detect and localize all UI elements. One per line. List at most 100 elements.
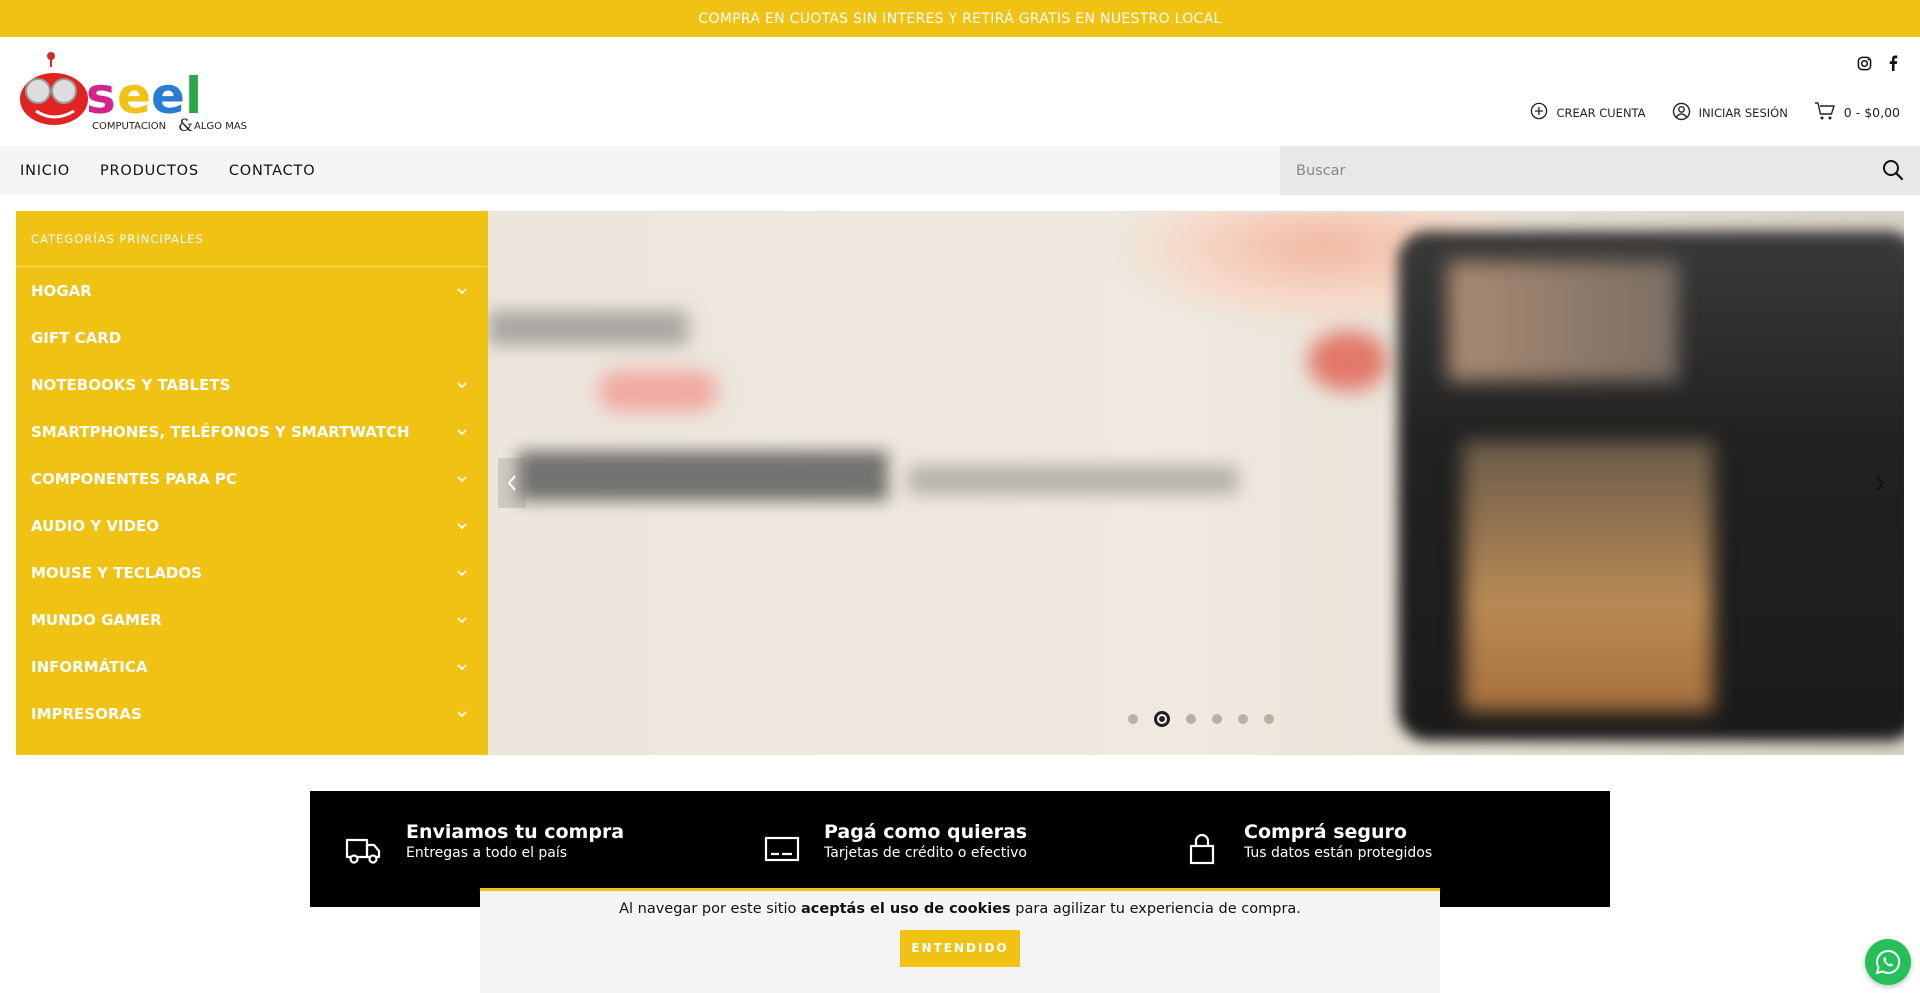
- promo-text: COMPRA EN CUOTAS SIN INTERES Y RETIRÁ GR…: [698, 10, 1222, 27]
- sidebar-item-gift-card[interactable]: GIFT CARD: [16, 314, 488, 361]
- chevron-down-icon[interactable]: [456, 473, 468, 485]
- sidebar-item-mundo-gamer[interactable]: MUNDO GAMER: [16, 596, 488, 643]
- feature-title: Pagá como quieras: [824, 821, 1028, 843]
- promo-bar: COMPRA EN CUOTAS SIN INTERES Y RETIRÁ GR…: [0, 0, 1920, 37]
- cookie-accept-button[interactable]: ENTENDIDO: [900, 930, 1020, 967]
- plus-circle-icon: [1530, 102, 1548, 123]
- sidebar-item-informatica[interactable]: INFORMÁTICA: [16, 643, 488, 690]
- sidebar-item-label: HOGAR: [31, 281, 92, 300]
- chevron-down-icon[interactable]: [456, 379, 468, 391]
- create-account-label: CREAR CUENTA: [1556, 105, 1646, 120]
- slider-dot-active[interactable]: [1154, 711, 1170, 727]
- feature-payment: Pagá como quieras Tarjetas de crédito o …: [762, 821, 1027, 869]
- sidebar-item-label: MOUSE Y TECLADOS: [31, 563, 202, 582]
- account-bar: CREAR CUENTA INICIAR SESIÓN 0 - $0,00: [1530, 101, 1900, 124]
- header: s e e l COMPUTACION & ALGO MAS CREAR CUE…: [0, 37, 1920, 146]
- sidebar-item-label: NOTEBOOKS Y TABLETS: [31, 375, 231, 394]
- feature-subtitle: Entregas a todo el país: [406, 845, 568, 861]
- sidebar-item-label: COMPONENTES PARA PC: [31, 469, 237, 488]
- search-icon[interactable]: [1882, 159, 1906, 183]
- slider-dot[interactable]: [1128, 714, 1138, 724]
- nav-item-contacto[interactable]: CONTACTO: [229, 163, 316, 179]
- nav-item-productos[interactable]: PRODUCTOS: [100, 163, 199, 179]
- create-account-link[interactable]: CREAR CUENTA: [1530, 102, 1646, 123]
- slide-image-accent: [598, 371, 718, 411]
- logo-tagline-amp: &: [178, 116, 193, 131]
- slide-blurred-headline: [518, 451, 888, 501]
- chevron-down-icon[interactable]: [456, 520, 468, 532]
- truck-icon: [344, 829, 384, 869]
- chevron-down-icon[interactable]: [456, 426, 468, 438]
- sidebar-item-audio-video[interactable]: AUDIO Y VIDEO: [16, 502, 488, 549]
- feature-subtitle: Tarjetas de crédito o efectivo: [824, 845, 1027, 861]
- sidebar-item-impresoras[interactable]: IMPRESORAS: [16, 690, 488, 737]
- nav-links: INICIO PRODUCTOS CONTACTO: [20, 146, 315, 195]
- sidebar-item-label: INFORMÁTICA: [31, 657, 148, 676]
- sidebar-item-notebooks[interactable]: NOTEBOOKS Y TABLETS: [16, 361, 488, 408]
- lock-icon: [1182, 829, 1222, 869]
- instagram-icon[interactable]: [1857, 56, 1872, 71]
- chevron-down-icon[interactable]: [456, 614, 468, 626]
- sidebar-item-label: SMARTPHONES, TELÉFONOS Y SMARTWATCH: [31, 422, 410, 441]
- chevron-left-icon: [507, 475, 516, 491]
- social-links: [1857, 55, 1898, 71]
- logo-tagline-b: ALGO MAS: [194, 121, 247, 131]
- category-sidebar: CATEGORÍAS PRINCIPALES HOGAR GIFT CARD N…: [16, 211, 488, 755]
- user-icon: [1672, 102, 1691, 124]
- search-input[interactable]: [1280, 146, 1860, 195]
- slide-blurred-text: [488, 311, 688, 345]
- cookie-text-pre: Al navegar por este sitio: [619, 901, 802, 917]
- whatsapp-icon: [1875, 949, 1901, 975]
- feature-title: Comprá seguro: [1244, 821, 1407, 843]
- nav-item-inicio[interactable]: INICIO: [20, 163, 70, 179]
- cart-link[interactable]: 0 - $0,00: [1814, 101, 1900, 124]
- credit-card-icon: [762, 829, 802, 869]
- sidebar-item-label: IMPRESORAS: [31, 704, 142, 723]
- slider-pagination: [1128, 711, 1274, 727]
- logo-brand-s: s: [86, 67, 116, 125]
- login-link[interactable]: INICIAR SESIÓN: [1672, 102, 1788, 124]
- feature-subtitle: Tus datos están protegidos: [1244, 845, 1433, 861]
- feature-shipping: Enviamos tu compra Entregas a todo el pa…: [344, 821, 624, 869]
- cart-icon: [1814, 101, 1836, 124]
- feature-security: Comprá seguro Tus datos están protegidos: [1182, 821, 1432, 869]
- slide-image-air-fryer-window: [1463, 441, 1713, 711]
- sidebar-item-label: GIFT CARD: [31, 328, 122, 347]
- sidebar-item-label: AUDIO Y VIDEO: [31, 516, 160, 535]
- chevron-right-icon: [1876, 475, 1885, 491]
- search-bar: [1280, 146, 1920, 195]
- logo[interactable]: s e e l COMPUTACION & ALGO MAS: [14, 51, 264, 136]
- slide-blurred-text: [908, 466, 1238, 494]
- cookie-text-bold: aceptás el uso de cookies: [801, 901, 1011, 917]
- slide-image-accent: [1308, 331, 1388, 391]
- cart-summary: 0 - $0,00: [1843, 105, 1900, 120]
- slider-next-button[interactable]: [1866, 458, 1894, 508]
- logo-brand-e1: e: [117, 67, 151, 125]
- logo-graphic: s e e l COMPUTACION & ALGO MAS: [20, 52, 247, 136]
- slider-dot[interactable]: [1212, 714, 1222, 724]
- sidebar-item-componentes[interactable]: COMPONENTES PARA PC: [16, 455, 488, 502]
- slider-dot[interactable]: [1238, 714, 1248, 724]
- chevron-down-icon[interactable]: [456, 661, 468, 673]
- cookie-text-post: para agilizar tu experiencia de compra.: [1010, 901, 1301, 917]
- chevron-down-icon[interactable]: [456, 708, 468, 720]
- login-label: INICIAR SESIÓN: [1698, 105, 1788, 120]
- sidebar-item-smartphones[interactable]: SMARTPHONES, TELÉFONOS Y SMARTWATCH: [16, 408, 488, 455]
- chevron-down-icon[interactable]: [456, 567, 468, 579]
- main-nav: INICIO PRODUCTOS CONTACTO: [0, 146, 1920, 195]
- sidebar-item-label: MUNDO GAMER: [31, 610, 162, 629]
- feature-title: Enviamos tu compra: [406, 821, 625, 843]
- slide-image-air-fryer-top: [1448, 261, 1678, 381]
- chevron-down-icon[interactable]: [456, 285, 468, 297]
- sidebar-title: CATEGORÍAS PRINCIPALES: [16, 211, 488, 267]
- logo-tagline-a: COMPUTACION: [92, 121, 166, 131]
- hero-slider[interactable]: [488, 211, 1904, 755]
- sidebar-item-mouse-teclados[interactable]: MOUSE Y TECLADOS: [16, 549, 488, 596]
- sidebar-item-hogar[interactable]: HOGAR: [16, 267, 488, 314]
- facebook-icon[interactable]: [1888, 55, 1898, 71]
- slider-dot[interactable]: [1186, 714, 1196, 724]
- whatsapp-button[interactable]: [1865, 939, 1911, 985]
- slider-prev-button[interactable]: [498, 458, 526, 508]
- cookie-message: Al navegar por este sitio aceptás el uso…: [480, 901, 1440, 917]
- slider-dot[interactable]: [1264, 714, 1274, 724]
